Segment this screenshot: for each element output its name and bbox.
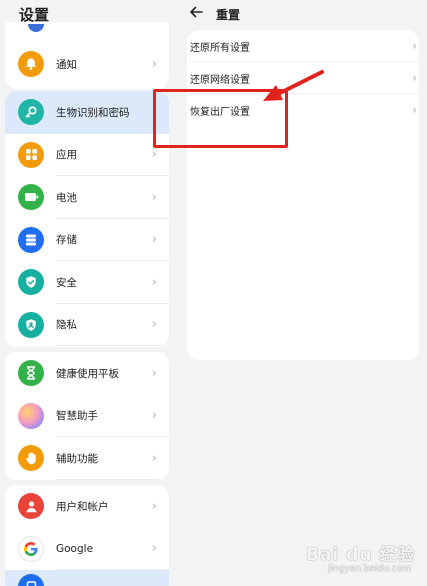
chevron-right-icon: ›: [412, 39, 417, 53]
google-icon: [18, 535, 44, 562]
apps-grid-icon: [18, 141, 44, 168]
sidebar-item-google[interactable]: Google ›: [5, 528, 169, 570]
sidebar-item-battery[interactable]: 电池 ›: [5, 176, 169, 219]
battery-icon: [18, 184, 44, 211]
sidebar-item-digital-balance[interactable]: 健康使用平板 ›: [5, 352, 169, 395]
assistant-icon: [18, 402, 44, 429]
chevron-right-icon: ›: [151, 498, 157, 514]
chevron-right-icon: ›: [412, 103, 417, 117]
chevron-right-icon: ›: [151, 56, 157, 72]
sidebar-item-accessibility[interactable]: 辅助功能 ›: [5, 437, 169, 480]
sidebar-card-accounts: 用户和帐户 › Google ›: [5, 485, 169, 586]
divider: [56, 345, 169, 346]
settings-sidebar: 设置 通知 › 生物识别和密码 › 应用 › 电池 › 存储 › 安全 › 隐私…: [0, 0, 174, 586]
sidebar-card-wellness: 健康使用平板 › 智慧助手 › 辅助功能 ›: [5, 352, 169, 480]
hourglass-icon: [18, 360, 44, 387]
chevron-right-icon: ›: [151, 189, 157, 205]
sidebar-item-users-accounts[interactable]: 用户和帐户 ›: [5, 485, 169, 528]
sidebar-item-label: 智慧助手: [56, 410, 98, 423]
reset-all-settings[interactable]: 还原所有设置 ›: [187, 30, 419, 62]
tablet-icon: [18, 574, 44, 586]
user-icon: [18, 493, 44, 520]
sidebar-item-storage[interactable]: 存储 ›: [5, 219, 169, 261]
reset-header: 重置: [174, 0, 427, 30]
privacy-icon: [18, 311, 44, 338]
option-label: 还原所有设置: [190, 42, 250, 54]
shield-icon: [18, 269, 44, 296]
bell-icon: [18, 51, 44, 78]
sidebar-item-label: 存储: [56, 234, 77, 247]
chevron-right-icon: ›: [151, 408, 157, 424]
sidebar-item-notifications[interactable]: 通知 ›: [5, 43, 169, 86]
storage-icon: [18, 226, 44, 253]
sidebar-item-label: 安全: [56, 276, 77, 289]
option-label: 还原网络设置: [190, 74, 250, 86]
chevron-right-icon: ›: [151, 317, 157, 333]
sidebar-card-device: 生物识别和密码 › 应用 › 电池 › 存储 › 安全 › 隐私 ›: [5, 91, 169, 347]
watermark-url: jingyan.baidu.com: [328, 564, 412, 574]
sidebar-item-label: 隐私: [56, 319, 77, 332]
watermark-logo: Bai du 经验: [306, 545, 416, 565]
sidebar-item-privacy[interactable]: 隐私 ›: [5, 304, 169, 346]
chevron-right-icon: ›: [412, 71, 417, 85]
watermark: Bai du 经验 jingyan.baidu.com: [300, 538, 425, 584]
sidebar-item-label: Google: [56, 542, 94, 555]
key-icon: [18, 99, 44, 126]
reset-pane: 重置 还原所有设置 › 还原网络设置 › 恢复出厂设置 ›: [174, 0, 427, 586]
sidebar-item-system[interactable]: [5, 570, 169, 586]
reset-options-card: 还原所有设置 › 还原网络设置 › 恢复出厂设置 ›: [187, 30, 419, 360]
chevron-right-icon: ›: [151, 147, 157, 163]
sidebar-item-label: 通知: [56, 58, 77, 71]
chevron-right-icon: ›: [151, 232, 157, 248]
back-arrow-icon[interactable]: [188, 4, 204, 24]
cut-off-item-icon: [28, 24, 44, 32]
chevron-right-icon: ›: [151, 365, 157, 381]
sidebar-item-biometrics[interactable]: 生物识别和密码 ›: [5, 91, 169, 134]
highlight-box: [153, 89, 288, 148]
sidebar-item-label: 应用: [56, 149, 77, 162]
sidebar-item-label: 用户和帐户: [56, 500, 109, 513]
divider: [56, 478, 169, 480]
chevron-right-icon: ›: [151, 450, 157, 466]
sidebar-item-apps[interactable]: 应用 ›: [5, 134, 169, 176]
sidebar-item-label: 电池: [56, 191, 77, 204]
hand-icon: [18, 445, 44, 472]
sidebar-card-notifications: 通知 ›: [5, 22, 169, 89]
sidebar-item-label: 生物识别和密码: [56, 106, 130, 119]
chevron-right-icon: ›: [151, 274, 157, 290]
sidebar-item-label: 健康使用平板: [56, 367, 119, 380]
page-title: 重置: [216, 8, 241, 22]
sidebar-item-security[interactable]: 安全 ›: [5, 261, 169, 304]
chevron-right-icon: ›: [151, 541, 157, 557]
sidebar-item-smart-assistant[interactable]: 智慧助手 ›: [5, 395, 169, 437]
sidebar-item-label: 辅助功能: [56, 452, 98, 465]
